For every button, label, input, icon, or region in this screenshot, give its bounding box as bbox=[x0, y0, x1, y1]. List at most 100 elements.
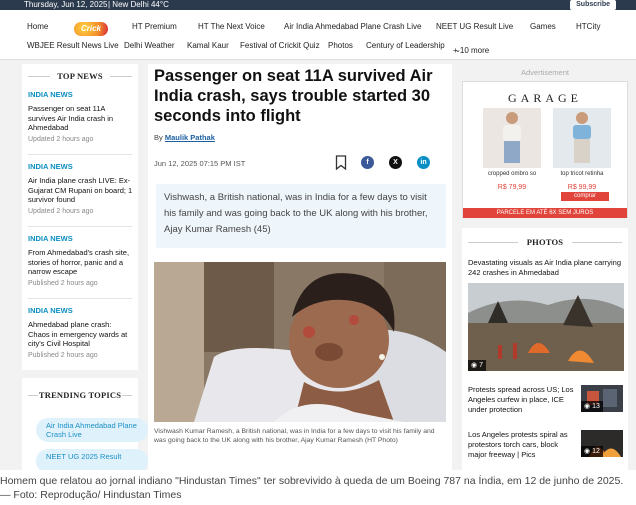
photo-count: 7 bbox=[479, 362, 483, 369]
photo-caption: Vishwash Kumar Ramesh, a British nationa… bbox=[154, 428, 435, 444]
nav-wbjee[interactable]: WBJEE Result News Live bbox=[27, 41, 119, 50]
article: Passenger on seat 11A survived Air India… bbox=[148, 64, 452, 470]
photo-story-title[interactable]: Devastating visuals as Air India plane c… bbox=[468, 258, 624, 278]
advertisement-label: Advertisement bbox=[521, 68, 569, 77]
byline: By Maulik Pathak bbox=[154, 133, 215, 142]
nav-crickit-quiz[interactable]: Festival of Crickit Quiz bbox=[240, 41, 320, 50]
photo-story-title[interactable]: Protests spread across US; Los Angeles c… bbox=[468, 385, 574, 415]
heading-rule bbox=[468, 242, 518, 243]
news-title[interactable]: From Ahmedabad's crash site, stories of … bbox=[28, 248, 134, 277]
nav-secondary: WBJEE Result News Live Delhi Weather Kam… bbox=[0, 36, 636, 56]
camera-icon: ◉ bbox=[471, 362, 478, 369]
photos-heading: PHOTOS bbox=[462, 237, 628, 247]
ad-footer-banner[interactable]: PARCELE EM ATÉ 6X SEM JUROS bbox=[463, 208, 627, 218]
article-summary: Vishwash, a British national, was in Ind… bbox=[156, 184, 446, 248]
news-time: Updated 2 hours ago bbox=[28, 135, 94, 143]
news-title[interactable]: Air India plane crash LIVE: Ex-Gujarat C… bbox=[28, 176, 134, 205]
ad-product-image[interactable] bbox=[483, 108, 541, 168]
divider bbox=[28, 226, 132, 227]
linkedin-icon[interactable]: in bbox=[417, 156, 430, 169]
ad-product-name: cropped ombro so bbox=[487, 171, 537, 177]
photo-story-image[interactable]: ◉ 7 bbox=[468, 283, 624, 371]
list-item[interactable]: INDIA NEWS Passenger on seat 11A survive… bbox=[28, 90, 134, 143]
nav-games[interactable]: Games bbox=[530, 22, 556, 31]
news-category[interactable]: INDIA NEWS bbox=[28, 162, 134, 171]
news-category[interactable]: INDIA NEWS bbox=[28, 90, 134, 99]
photo-count-badge: ◉ 12 bbox=[581, 446, 603, 457]
nav-primary: Home Crick HT Premium HT The Next Voice … bbox=[0, 17, 636, 37]
injured-passenger-image bbox=[154, 262, 446, 422]
photo-story-thumb[interactable]: ◉ 12 bbox=[581, 430, 623, 457]
nav-kamal-kaur[interactable]: Kamal Kaur bbox=[187, 41, 229, 50]
photos-panel: PHOTOS Devastating visuals as Air India … bbox=[462, 228, 628, 470]
crash-site-image bbox=[468, 283, 624, 371]
nav-delhi-weather[interactable]: Delhi Weather bbox=[124, 41, 175, 50]
x-icon[interactable]: X bbox=[389, 156, 402, 169]
ad-brand: GARAGE bbox=[508, 91, 582, 105]
news-category[interactable]: INDIA NEWS bbox=[28, 306, 134, 315]
chevron-down-icon: ⌄ bbox=[455, 47, 461, 54]
subscribe-button[interactable]: Subscribe bbox=[570, 0, 616, 10]
weather-readout: | New Delhi 44°C bbox=[108, 0, 169, 9]
trending-title: TRENDING TOPICS bbox=[38, 390, 122, 400]
trending-topics-panel: TRENDING TOPICS Air India Ahmedabad Plan… bbox=[22, 378, 148, 470]
ad-product-name: top tricot retinha bbox=[560, 171, 604, 177]
photos-title: PHOTOS bbox=[526, 237, 564, 247]
cricket-logo[interactable]: Crick bbox=[74, 22, 108, 36]
nav-plane-crash-live[interactable]: Air India Ahmedabad Plane Crash Live bbox=[284, 22, 421, 31]
heading-rule bbox=[28, 395, 38, 396]
ad-buy-button[interactable]: comprar bbox=[561, 192, 609, 201]
screenshot: Thursday, Jun 12, 2025 | New Delhi 44°C … bbox=[0, 0, 636, 470]
news-time: Published 2 hours ago bbox=[28, 351, 98, 359]
image-caption: Homem que relatou ao jornal indiano "Hin… bbox=[0, 475, 624, 501]
list-item[interactable]: INDIA NEWS Air India plane crash LIVE: E… bbox=[28, 162, 134, 215]
author-link[interactable]: Maulik Pathak bbox=[165, 133, 215, 142]
ad-product-image[interactable] bbox=[553, 108, 611, 168]
article-headline: Passenger on seat 11A survived Air India… bbox=[154, 67, 433, 125]
advertisement[interactable]: GARAGE cropped ombro so top tricot retin… bbox=[462, 81, 628, 218]
product-photo bbox=[553, 108, 611, 168]
camera-icon: ◉ bbox=[584, 448, 591, 455]
ad-product-price: R$ 99,99 bbox=[567, 184, 597, 191]
top-news-heading: TOP NEWS bbox=[22, 71, 138, 81]
photo-story-thumb[interactable]: ◉ 13 bbox=[581, 385, 623, 412]
heading-rule bbox=[572, 242, 622, 243]
nav-home[interactable]: Home bbox=[27, 22, 48, 31]
news-time: Updated 2 hours ago bbox=[28, 207, 94, 215]
list-item[interactable]: INDIA NEWS Ahmedabad plane crash: Chaos … bbox=[28, 306, 134, 359]
nav-htcity[interactable]: HTCity bbox=[576, 22, 600, 31]
trending-pill[interactable]: Air India Ahmedabad Plane Crash Live bbox=[36, 418, 148, 442]
top-bar: Thursday, Jun 12, 2025 | New Delhi 44°C … bbox=[0, 0, 636, 10]
photo-count: 13 bbox=[592, 403, 600, 410]
news-title[interactable]: Passenger on seat 11A survives Air India… bbox=[28, 104, 134, 133]
nav-next-voice[interactable]: HT The Next Voice bbox=[198, 22, 265, 31]
top-news-title: TOP NEWS bbox=[57, 71, 103, 81]
list-item[interactable]: INDIA NEWS From Ahmedabad's crash site, … bbox=[28, 234, 134, 287]
ad-product-price: R$ 79,99 bbox=[497, 184, 527, 191]
news-category[interactable]: INDIA NEWS bbox=[28, 234, 134, 243]
photo-count-badge: ◉ 13 bbox=[581, 401, 603, 412]
nav-century-leadership[interactable]: Century of Leadership bbox=[366, 41, 445, 50]
article-photo bbox=[154, 262, 446, 422]
news-time: Published 2 hours ago bbox=[28, 279, 98, 287]
heading-rule bbox=[110, 76, 132, 77]
trending-heading: TRENDING TOPICS bbox=[22, 390, 138, 400]
trending-pill[interactable]: NEET UG 2025 Result bbox=[36, 449, 148, 470]
photo-story-title[interactable]: Los Angeles protests spiral as protestor… bbox=[468, 430, 574, 460]
nav-photos[interactable]: Photos bbox=[328, 41, 353, 50]
article-date: Jun 12, 2025 07:15 PM IST bbox=[154, 159, 246, 168]
byline-prefix: By bbox=[154, 133, 163, 142]
news-title[interactable]: Ahmedabad plane crash: Chaos in emergenc… bbox=[28, 320, 134, 349]
photo-count-badge: ◉ 7 bbox=[468, 360, 486, 371]
photo-count: 12 bbox=[592, 448, 600, 455]
heading-rule bbox=[122, 395, 132, 396]
divider bbox=[28, 154, 132, 155]
current-date: Thursday, Jun 12, 2025 bbox=[24, 0, 108, 9]
product-photo bbox=[483, 108, 541, 168]
facebook-icon[interactable]: f bbox=[361, 156, 374, 169]
bookmark-icon[interactable] bbox=[335, 155, 347, 170]
nav-ht-premium[interactable]: HT Premium bbox=[132, 22, 177, 31]
nav-neet-result[interactable]: NEET UG Result Live bbox=[436, 22, 513, 31]
top-news-panel: TOP NEWS INDIA NEWS Passenger on seat 11… bbox=[22, 64, 138, 370]
divider bbox=[28, 298, 132, 299]
